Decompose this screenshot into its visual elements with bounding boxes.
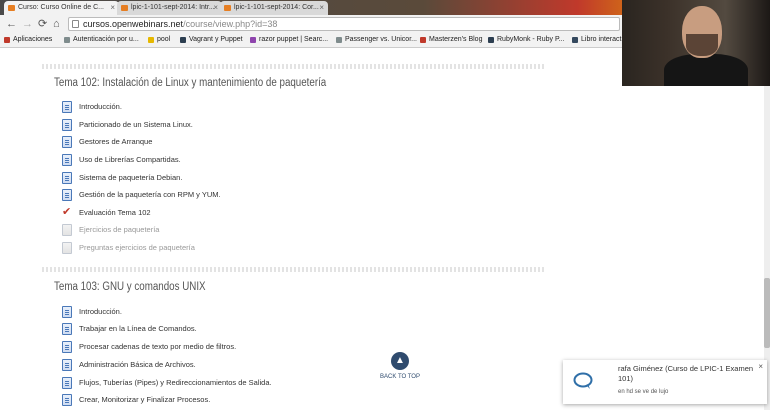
bookmark-item[interactable]: Libro interact <box>572 33 621 47</box>
bookmark-label: razor puppet | Searc... <box>259 36 329 43</box>
url-input[interactable]: cursos.openwebinars.net/course/view.php?… <box>68 17 620 31</box>
activity-link[interactable]: Ejercicios de paquetería <box>79 223 159 237</box>
site-favicon-icon <box>121 5 128 11</box>
chat-notification[interactable]: rafa Giménez (Curso de LPIC-1 Examen 101… <box>563 360 767 404</box>
bookmark-item[interactable]: pool <box>148 33 170 47</box>
bookmark-label: pool <box>157 36 171 43</box>
page-icon <box>62 189 72 201</box>
mouse-cursor-icon <box>251 121 259 131</box>
activity-link[interactable]: Sistema de paquetería Debian. <box>79 171 182 185</box>
tab-close-icon[interactable]: × <box>319 1 324 15</box>
bookmark-item[interactable]: RubyMonk - Ruby P... <box>488 33 565 47</box>
bookmark-favicon-icon <box>420 37 426 43</box>
bookmark-item[interactable]: Passenger vs. Unicor... <box>336 33 417 47</box>
page-icon <box>62 323 72 335</box>
activity-link[interactable]: Particionado de un Sistema Linux. <box>79 118 193 132</box>
page-icon <box>62 101 72 113</box>
apps-grid-icon <box>4 37 10 43</box>
section-divider <box>42 64 545 69</box>
reload-icon[interactable]: ⟳ <box>38 17 47 31</box>
page-icon <box>62 172 72 184</box>
webcam-video <box>622 0 770 86</box>
section-title: Tema 103: GNU y comandos UNIX <box>54 281 206 293</box>
tab-curso[interactable]: Curso: Curso Online de C... × <box>4 1 119 15</box>
page-icon <box>62 136 72 148</box>
page-icon <box>62 119 72 131</box>
scrollbar[interactable] <box>764 48 770 410</box>
page-icon <box>62 306 72 318</box>
bookmark-item[interactable]: Aplicaciones <box>4 33 52 47</box>
bookmark-label: Passenger vs. Unicor... <box>345 36 417 43</box>
activity-link[interactable]: Uso de Librerías Compartidas. <box>79 153 181 167</box>
activity-link[interactable]: Trabajar en la Línea de Comandos. <box>79 322 197 336</box>
chat-bubble-icon <box>573 372 593 389</box>
bookmark-label: Aplicaciones <box>13 36 53 43</box>
page-icon <box>72 20 79 28</box>
bookmark-item[interactable]: razor puppet | Searc... <box>250 33 328 47</box>
back-arrow-icon[interactable]: ← <box>6 17 17 31</box>
tab-close-icon[interactable]: × <box>213 1 218 15</box>
page-icon <box>62 341 72 353</box>
activity-link[interactable]: Administración Básica de Archivos. <box>79 358 196 372</box>
tab-label: lpic-1-101-sept-2014: Intr... <box>131 4 215 11</box>
bookmark-favicon-icon <box>180 37 186 43</box>
up-arrow-icon: ▲ <box>391 352 409 370</box>
presenter-beard <box>686 34 718 56</box>
bookmark-label: RubyMonk - Ruby P... <box>497 36 565 43</box>
bookmark-favicon-icon <box>250 37 256 43</box>
activity-link[interactable]: Gestión de la paquetería con RPM y YUM. <box>79 188 221 202</box>
activity-link[interactable]: Procesar cadenas de texto por medio de f… <box>79 340 236 354</box>
url-domain: cursos.openwebinars.net <box>83 19 184 29</box>
presenter-body <box>664 54 748 86</box>
activity-link[interactable]: Gestores de Arranque <box>79 135 152 149</box>
tab-cor[interactable]: lpic-1-101-sept-2014: Cor... × <box>220 1 328 15</box>
section-title: Tema 102: Instalación de Linux y manteni… <box>54 77 327 89</box>
page-icon <box>62 377 72 389</box>
bookmark-label: Libro interact <box>581 36 622 43</box>
bookmark-favicon-icon <box>572 37 578 43</box>
page-icon <box>62 359 72 371</box>
quiz-check-icon <box>62 205 72 219</box>
activity-link[interactable]: Flujos, Tuberías (Pipes) y Redireccionam… <box>79 376 272 390</box>
scrollbar-thumb[interactable] <box>764 278 770 348</box>
activity-link[interactable]: Introducción. <box>79 100 122 114</box>
site-favicon-icon <box>224 5 231 11</box>
activity-link[interactable]: Preguntas ejercicios de paquetería <box>79 241 195 255</box>
bookmark-item[interactable]: Autenticación por u... <box>64 33 139 47</box>
notification-sender: rafa Giménez (Curso de LPIC-1 Examen 101… <box>618 364 754 383</box>
activity-link[interactable]: Introducción. <box>79 305 122 319</box>
back-to-top-label: BACK TO TOP <box>380 374 420 380</box>
bookmark-favicon-icon <box>488 37 494 43</box>
forward-arrow-icon[interactable]: → <box>22 17 33 31</box>
tab-label: lpic-1-101-sept-2014: Cor... <box>234 4 319 11</box>
page-icon <box>62 154 72 166</box>
bookmark-favicon-icon <box>336 37 342 43</box>
bookmark-item[interactable]: Masterzen's Blog <box>420 33 482 47</box>
home-icon[interactable]: ⌂ <box>53 17 60 31</box>
section-divider <box>42 267 545 272</box>
close-icon[interactable]: × <box>758 362 763 371</box>
bookmark-label: Vagrant y Puppet <box>189 36 243 43</box>
site-favicon-icon <box>8 5 15 11</box>
activity-link[interactable]: Evaluación Tema 102 <box>79 206 151 220</box>
bookmark-favicon-icon <box>148 37 154 43</box>
activity-link[interactable]: Crear, Monitorizar y Finalizar Procesos. <box>79 393 210 407</box>
bookmark-item[interactable]: Vagrant y Puppet <box>180 33 243 47</box>
page-icon <box>62 242 72 254</box>
back-to-top-button[interactable]: ▲ BACK TO TOP <box>380 352 420 380</box>
url-path: /course/view.php?id=38 <box>183 19 278 29</box>
notification-message: en hd se ve de lujo <box>618 389 669 395</box>
bookmark-label: Masterzen's Blog <box>429 36 483 43</box>
bookmark-favicon-icon <box>64 37 70 43</box>
bookmark-label: Autenticación por u... <box>73 36 139 43</box>
page-icon <box>62 394 72 406</box>
assignment-icon <box>62 224 72 236</box>
tab-label: Curso: Curso Online de C... <box>18 4 104 11</box>
tab-close-icon[interactable]: × <box>110 1 115 15</box>
tab-intro[interactable]: lpic-1-101-sept-2014: Intr... × <box>117 1 222 15</box>
